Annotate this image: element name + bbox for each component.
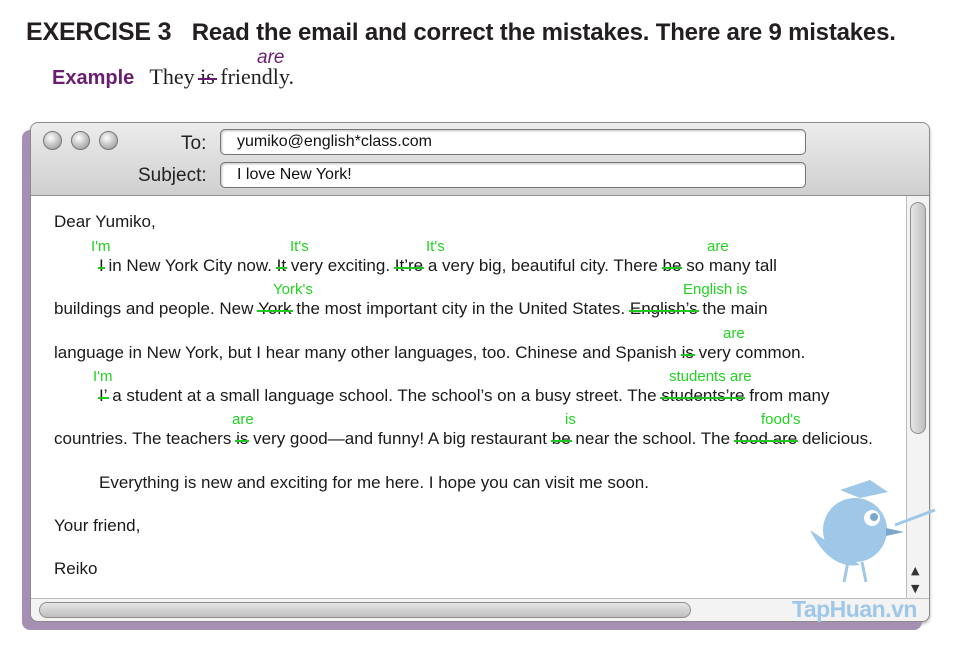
close-window-button[interactable] <box>43 131 62 150</box>
correction-12: food's <box>761 411 801 428</box>
email-window: To: yumiko@english*class.com Subject: I … <box>30 122 930 622</box>
minimize-window-button[interactable] <box>71 131 90 150</box>
email-signature: Reiko <box>54 559 98 578</box>
email-paragraph-2: Everything is new and exciting for me he… <box>99 473 649 492</box>
to-field[interactable]: yumiko@english*class.com <box>220 129 806 155</box>
correction-11: is <box>565 411 576 428</box>
example-struck-word: is <box>198 64 217 89</box>
email-line-4: I’ a student at a small language school.… <box>98 386 830 405</box>
correction-9: students are <box>669 368 752 385</box>
to-label: To: <box>181 133 207 154</box>
email-closing: Your friend, <box>54 516 141 535</box>
watermark: TapHuan.vn <box>792 596 917 622</box>
example-line: Example They is friendly. are <box>52 47 294 90</box>
example-label: Example <box>52 67 135 89</box>
vertical-scroll-thumb[interactable] <box>910 202 926 434</box>
correction-4: are <box>707 238 729 255</box>
email-line-1: I in New York City now. It very exciting… <box>98 256 777 275</box>
exercise-instruction: Read the email and correct the mistakes.… <box>191 19 896 46</box>
horizontal-scroll-thumb[interactable] <box>39 602 691 618</box>
correction-1: I'm <box>91 238 111 255</box>
subject-field[interactable]: I love New York! <box>220 162 806 188</box>
correction-2: It's <box>290 238 309 255</box>
correction-5: York's <box>273 281 313 298</box>
correction-8: I'm <box>93 368 113 385</box>
email-body[interactable]: Dear Yumiko, I'm It's It's are I in New … <box>31 196 907 599</box>
subject-label: Subject: <box>138 165 207 186</box>
zoom-window-button[interactable] <box>99 131 118 150</box>
correction-10: are <box>232 411 254 428</box>
email-line-3: language in New York, but I hear many ot… <box>54 343 806 362</box>
exercise-number: EXERCISE 3 <box>26 18 172 46</box>
bird-logo-icon <box>810 480 936 583</box>
email-line-5: countries. The teachers is very good—and… <box>54 429 873 448</box>
example-correction: are <box>257 47 285 68</box>
correction-3: It's <box>426 238 445 255</box>
example-before: They <box>149 64 195 89</box>
exercise-header: EXERCISE 3 Read the email and correct th… <box>26 18 896 47</box>
greeting: Dear Yumiko, <box>54 212 156 231</box>
correction-6: English is <box>683 281 748 298</box>
correction-7: are <box>723 325 745 342</box>
email-header-bar: To: yumiko@english*class.com Subject: I … <box>31 123 929 196</box>
email-line-2: buildings and people. New York the most … <box>54 299 768 318</box>
